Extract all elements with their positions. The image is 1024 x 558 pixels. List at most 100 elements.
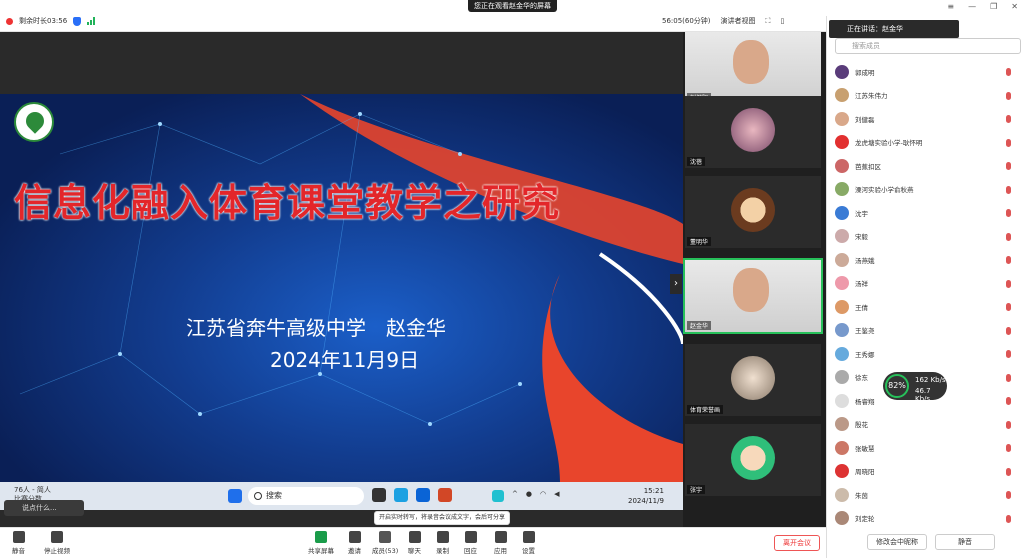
- video-tile[interactable]: 董明华: [685, 176, 821, 248]
- avatar: [835, 205, 849, 220]
- close-icon[interactable]: ✕: [1011, 2, 1018, 11]
- member-row[interactable]: 王鉴尧: [827, 319, 1024, 343]
- app-tray-icon: [492, 490, 504, 502]
- avatar: [835, 393, 849, 408]
- stop-video-button[interactable]: 停止视频: [44, 531, 70, 555]
- member-row[interactable]: 汤祥: [827, 272, 1024, 296]
- muted-mic-icon[interactable]: [1006, 373, 1011, 382]
- video-tile[interactable]: 沈蓓: [685, 96, 821, 168]
- avatar: [835, 182, 849, 197]
- muted-mic-icon[interactable]: [1006, 138, 1011, 147]
- react-button[interactable]: 回应: [464, 531, 477, 555]
- speaking-indicator: 正在讲话：赵金华: [829, 20, 959, 38]
- member-row[interactable]: 刘健磊: [827, 107, 1024, 131]
- chat-icon: [408, 531, 421, 543]
- restore-icon[interactable]: ❐: [990, 2, 997, 11]
- member-row[interactable]: 殷花: [827, 413, 1024, 437]
- signal-strength-icon[interactable]: [87, 17, 96, 25]
- edge-icon: [394, 488, 408, 502]
- video-tile[interactable]: 张宇: [685, 424, 821, 496]
- avatar: [731, 108, 775, 152]
- member-row[interactable]: 汤燕娥: [827, 248, 1024, 272]
- view-mode-button[interactable]: 演讲者视图: [721, 16, 756, 26]
- video-tile-active[interactable]: 赵金华: [683, 258, 823, 334]
- video-tile-name: 张宇: [687, 485, 706, 494]
- member-row[interactable]: 张敏慧: [827, 436, 1024, 460]
- fullscreen-icon[interactable]: ⛶: [766, 17, 771, 26]
- slide-next-arrow[interactable]: ›: [670, 274, 682, 294]
- meeting-duration[interactable]: 56:05(60分钟): [662, 16, 711, 26]
- slide-background-art: [19, 94, 683, 482]
- muted-mic-icon[interactable]: [1006, 256, 1011, 264]
- member-row[interactable]: 宋毅: [827, 225, 1024, 249]
- members-button[interactable]: 成员(53): [372, 531, 398, 555]
- member-row[interactable]: 龙虎塘实验小学-耿怀明: [827, 131, 1024, 155]
- muted-mic-icon[interactable]: [1006, 514, 1011, 523]
- invite-button[interactable]: 邀请: [348, 531, 361, 555]
- video-tile[interactable]: 刘健阳: [685, 32, 821, 104]
- chevron-up-icon: ^: [512, 490, 518, 498]
- security-shield-icon[interactable]: [73, 16, 82, 26]
- view-controls: 56:05(60分钟) 演讲者视图 ⛶ ▯: [662, 16, 784, 26]
- muted-mic-icon[interactable]: [1006, 185, 1011, 194]
- mute-all-button[interactable]: 静音: [935, 534, 995, 550]
- share-screen-button[interactable]: 共享屏幕: [308, 531, 334, 555]
- muted-mic-icon[interactable]: [1006, 162, 1011, 170]
- camera-icon: [51, 531, 63, 543]
- avatar: [835, 323, 849, 338]
- transcribe-tip: 开启实时转写，将录音会议成文字，会后可分享: [374, 511, 511, 525]
- muted-mic-icon[interactable]: [1006, 350, 1011, 358]
- member-row[interactable]: 芭蕉扣区: [827, 154, 1024, 178]
- chat-hint-input[interactable]: 说点什么...: [4, 500, 84, 516]
- video-tile[interactable]: 体育荣誉画: [685, 344, 821, 416]
- windows-start-icon: [228, 489, 242, 503]
- member-row[interactable]: 沈宇: [827, 201, 1024, 225]
- muted-mic-icon[interactable]: [1006, 209, 1011, 217]
- record-button[interactable]: 录制: [436, 531, 449, 555]
- mute-label: 静音: [12, 547, 25, 555]
- avatar: [835, 88, 849, 103]
- rename-button[interactable]: 修改会中昵称: [867, 534, 927, 550]
- muted-mic-icon[interactable]: [1006, 326, 1011, 335]
- muted-mic-icon[interactable]: [1006, 115, 1011, 123]
- muted-mic-icon[interactable]: [1006, 303, 1011, 311]
- member-row[interactable]: 王秀娜: [827, 342, 1024, 366]
- muted-mic-icon[interactable]: [1006, 397, 1011, 405]
- member-name: 汤燕娥: [855, 256, 875, 265]
- avatar: [835, 346, 849, 361]
- muted-mic-icon[interactable]: [1006, 467, 1011, 476]
- member-search-input[interactable]: 搜索成员: [835, 38, 1021, 54]
- member-row[interactable]: 刘定轮: [827, 507, 1024, 531]
- apps-button[interactable]: 应用: [494, 531, 507, 555]
- muted-mic-icon[interactable]: [1006, 68, 1011, 76]
- member-name: 郭成明: [855, 68, 875, 77]
- muted-mic-icon[interactable]: [1006, 232, 1011, 241]
- muted-mic-icon[interactable]: [1006, 491, 1011, 499]
- member-row[interactable]: 周晓阳: [827, 460, 1024, 484]
- mute-button[interactable]: 静音: [12, 531, 25, 555]
- member-name: 刘健磊: [855, 115, 875, 124]
- people-count: 76人 - 简人: [14, 486, 51, 494]
- emoji-icon: [464, 531, 477, 543]
- shared-screen: 信息化融入体育课堂教学之研究 江苏省奔牛高级中学 赵金华 2024年11月9日 …: [0, 32, 683, 527]
- muted-mic-icon[interactable]: [1006, 279, 1011, 288]
- muted-mic-icon[interactable]: [1006, 444, 1011, 452]
- member-row[interactable]: 溧河实验小学俞秋燕: [827, 178, 1024, 202]
- member-name: 江苏朱伟力: [855, 92, 888, 101]
- members-label: 成员(53): [372, 547, 399, 555]
- minimize-icon[interactable]: —: [968, 2, 976, 11]
- member-row[interactable]: 朱茵: [827, 483, 1024, 507]
- member-row[interactable]: 郭成明: [827, 60, 1024, 84]
- gear-icon: [522, 531, 535, 543]
- layout-icon[interactable]: ▯: [780, 17, 784, 25]
- chat-button[interactable]: 聊天: [408, 531, 421, 555]
- menu-icon[interactable]: ≡: [947, 2, 954, 11]
- member-row[interactable]: 王倩: [827, 295, 1024, 319]
- settings-button[interactable]: 设置: [522, 531, 535, 555]
- network-widget[interactable]: 82% 162 Kb/s 46.7 Kb/s: [883, 372, 947, 403]
- muted-mic-icon[interactable]: [1006, 420, 1011, 429]
- leave-meeting-button[interactable]: 离开会议: [774, 535, 820, 551]
- muted-mic-icon[interactable]: [1006, 91, 1011, 100]
- system-tray: ^ ● ◠ ◀: [492, 490, 559, 502]
- member-row[interactable]: 江苏朱伟力: [827, 84, 1024, 108]
